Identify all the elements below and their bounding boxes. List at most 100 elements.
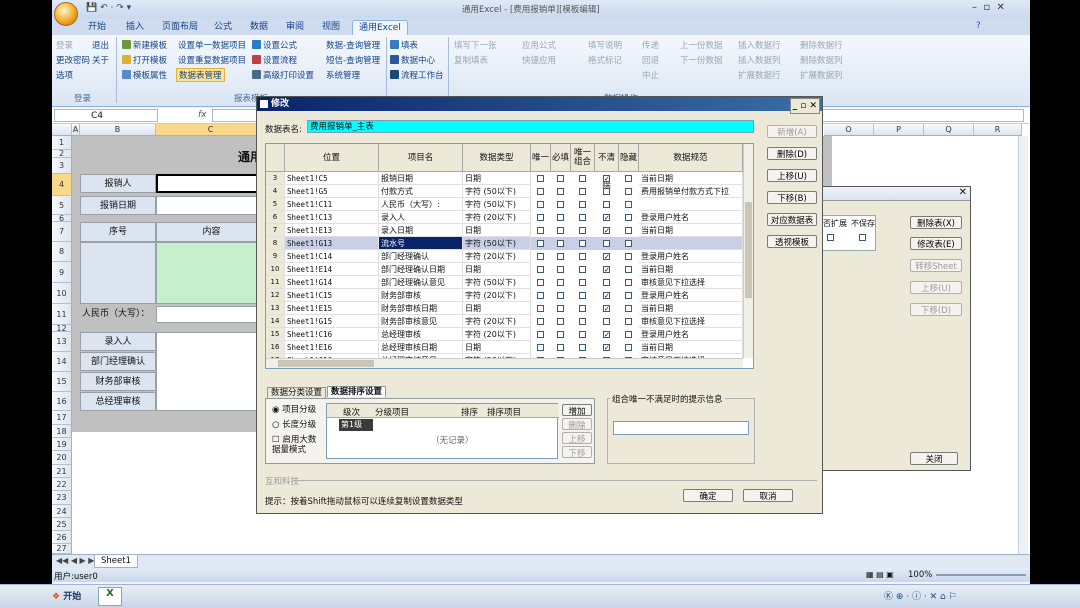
table-row[interactable]: 13 Sheet1!E15 财务部审核日期 日期 ✓ 当前日期: [266, 302, 743, 315]
modify-table-button[interactable]: 修改表(E): [910, 237, 962, 250]
row-header[interactable]: 26: [52, 531, 72, 544]
row-header[interactable]: 5: [52, 196, 72, 215]
row-header[interactable]: 20: [52, 451, 72, 465]
window-controls[interactable]: _ ▫ ✕: [789, 98, 820, 114]
checkbox[interactable]: [625, 253, 632, 260]
radio-length-level[interactable]: ○ 长度分级: [272, 418, 316, 430]
table-management-button[interactable]: 数据表管理: [176, 68, 225, 82]
checkbox[interactable]: ✓: [603, 292, 610, 300]
row-header[interactable]: 24: [52, 505, 72, 518]
col-required[interactable]: 必填: [551, 144, 571, 172]
checkbox[interactable]: [579, 279, 586, 286]
checkbox[interactable]: [625, 279, 632, 286]
col-header-b[interactable]: B: [80, 124, 156, 136]
table-row[interactable]: 11 Sheet1!G14 部门经理确认意见 字符 (50以下) 审核意见下拉选择: [266, 276, 743, 289]
logout-button[interactable]: 退出: [92, 39, 109, 51]
table-row[interactable]: 14 Sheet1!G15 财务部审核意见 字符 (20以下) 审核意见下拉选择: [266, 315, 743, 328]
view-buttons[interactable]: ▦ ▤ ▣: [866, 570, 894, 579]
checkbox[interactable]: [557, 318, 564, 325]
checkbox[interactable]: ✓: [603, 305, 610, 313]
row-number[interactable]: 13: [266, 302, 285, 315]
about-button[interactable]: 关于: [92, 54, 109, 66]
cell-item-name[interactable]: 流水号: [379, 237, 463, 250]
row-header[interactable]: 6: [52, 215, 72, 223]
pass-button[interactable]: 传递: [642, 39, 659, 51]
cell-position[interactable]: Sheet1!G14: [285, 276, 379, 289]
cell-position[interactable]: Sheet1!E14: [285, 263, 379, 276]
checkbox[interactable]: [537, 253, 544, 260]
checkbox[interactable]: [579, 175, 586, 182]
cell-data-rule[interactable]: 费用报销单付款方式下拉: [639, 185, 743, 198]
cell-item-name[interactable]: 总经理审核日期: [379, 341, 463, 354]
cell-data-rule[interactable]: [639, 237, 743, 250]
tab-page-layout[interactable]: 页面布局: [162, 20, 198, 36]
cell-position[interactable]: Sheet1!C15: [285, 289, 379, 302]
checkbox[interactable]: [625, 214, 632, 221]
checkbox[interactable]: ✓: [603, 214, 610, 222]
checkbox[interactable]: [625, 331, 632, 338]
table-row[interactable]: 7 Sheet1!E13 录入日期 日期 ✓ 当前日期: [266, 224, 743, 237]
table-row[interactable]: 3 Sheet1!C5 报销日期 日期 ✓ 当前日期: [266, 172, 743, 185]
checkbox[interactable]: [579, 266, 586, 273]
cell-item-name[interactable]: 总经理审核: [379, 328, 463, 341]
checkbox[interactable]: [579, 240, 586, 247]
combo-hint-input[interactable]: [613, 421, 749, 435]
cell-item-name[interactable]: 部门经理确认: [379, 250, 463, 263]
cell-data-type[interactable]: 字符 (20以下): [463, 315, 531, 328]
delete-col-button[interactable]: 删除数据列: [800, 54, 843, 66]
tab-data[interactable]: 数据: [250, 20, 268, 36]
insert-row-button[interactable]: 插入数据行: [738, 39, 781, 51]
flow-workbench-button[interactable]: 流程工作台: [390, 69, 444, 81]
col-no-clear[interactable]: 不清除: [595, 144, 619, 191]
row-header[interactable]: 16: [52, 392, 72, 411]
tab-category-settings[interactable]: 数据分类设置: [267, 387, 327, 398]
field-grid[interactable]: 位置 项目名 数据类型 唯一 必填 唯一组合 不清除 隐藏 数据规范 3 Shee…: [265, 143, 754, 369]
checkbox[interactable]: ✓: [603, 331, 610, 339]
system-management-button[interactable]: 系统管理: [326, 69, 360, 81]
level-up-button[interactable]: 上移: [562, 432, 592, 445]
move-down-button[interactable]: 下移(D): [910, 303, 962, 316]
zoom-slider[interactable]: [936, 574, 1026, 576]
checkbox[interactable]: [579, 292, 586, 299]
checkbox[interactable]: [625, 305, 632, 312]
checkbox[interactable]: [625, 266, 632, 273]
checkbox[interactable]: [537, 201, 544, 208]
cell-item-name[interactable]: 部门经理确认意见: [379, 276, 463, 289]
checkbox[interactable]: [537, 188, 544, 195]
cell-claimant[interactable]: [156, 174, 266, 193]
checkbox[interactable]: [557, 188, 564, 195]
cell-data-rule[interactable]: 当前日期: [639, 172, 743, 185]
checkbox[interactable]: [557, 344, 564, 351]
move-up-button[interactable]: 上移(U): [767, 169, 817, 182]
checkbox[interactable]: [603, 240, 610, 247]
checkbox[interactable]: [579, 318, 586, 325]
level-1-cell[interactable]: 第1级: [339, 419, 373, 431]
sheet-tab-sheet1[interactable]: Sheet1: [94, 555, 138, 568]
fx-icon[interactable]: fx: [198, 110, 207, 120]
name-box[interactable]: C4: [54, 109, 158, 122]
checkbox[interactable]: [537, 214, 544, 221]
table-row[interactable]: 16 Sheet1!E16 总经理审核日期 日期 ✓ 当前日期: [266, 341, 743, 354]
cell-item-name[interactable]: 财务部审核日期: [379, 302, 463, 315]
row-header[interactable]: 23: [52, 491, 72, 505]
advanced-print-button[interactable]: 高级打印设置: [252, 69, 314, 81]
checkbox[interactable]: [557, 240, 564, 247]
row-number[interactable]: 6: [266, 211, 285, 224]
cell-data-type[interactable]: 字符 (20以下): [463, 328, 531, 341]
row-number[interactable]: 7: [266, 224, 285, 237]
copy-fill-button[interactable]: 复制填表: [454, 54, 488, 66]
data-center-button[interactable]: 数据中心: [390, 54, 435, 66]
checkbox[interactable]: [625, 175, 632, 182]
row-header[interactable]: 12: [52, 325, 72, 333]
stop-button[interactable]: 中止: [642, 69, 659, 81]
table-name-input[interactable]: 费用报销单_主表: [307, 120, 754, 133]
checkbox[interactable]: [625, 292, 632, 299]
table-row[interactable]: 5 Sheet1!C11 人民币（大写）: 字符 (50以下): [266, 198, 743, 211]
table-row[interactable]: 8 Sheet1!G13 流水号 字符 (50以下): [266, 237, 743, 250]
select-all-corner[interactable]: [52, 124, 72, 136]
row-header[interactable]: 7: [52, 222, 72, 242]
checkbox[interactable]: [579, 188, 586, 195]
cell-data-rule[interactable]: 当前日期: [639, 302, 743, 315]
checkbox[interactable]: ✓: [603, 253, 610, 261]
table-row[interactable]: 15 Sheet1!C16 总经理审核 字符 (20以下) ✓ 登录用户姓名: [266, 328, 743, 341]
